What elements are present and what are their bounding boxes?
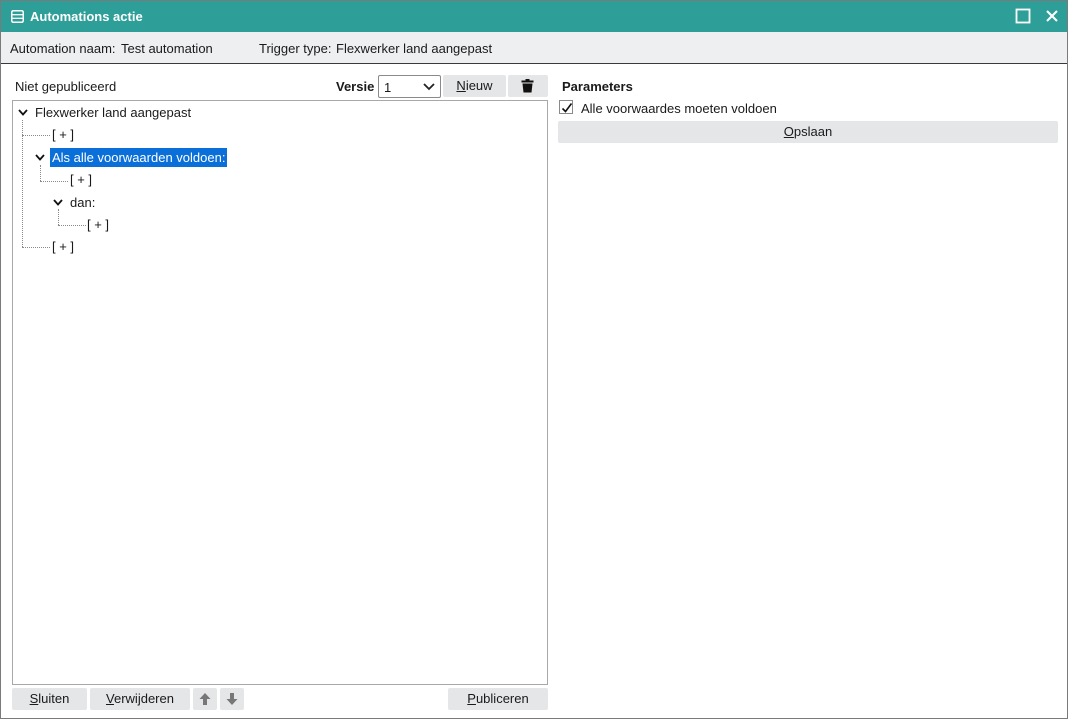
tree-add-condition[interactable]: [ + ]	[70, 172, 92, 187]
close-button[interactable]: Sluiten	[12, 688, 87, 710]
list-window-icon	[11, 10, 24, 23]
tree-guide-line	[22, 135, 50, 136]
remove-button-mnemonic: V	[106, 691, 114, 706]
chevron-down-icon[interactable]	[18, 109, 28, 116]
new-button-mnemonic: N	[456, 78, 466, 93]
automation-name-value: Test automation	[121, 41, 213, 56]
trash-icon	[521, 79, 534, 93]
save-button[interactable]: Opslaan	[558, 121, 1058, 143]
close-button-mnemonic: S	[29, 691, 39, 706]
tree-guide-line	[22, 247, 50, 248]
new-button-label: ieuw	[465, 78, 493, 93]
trigger-type-label: Trigger type:	[259, 41, 332, 56]
tree-guide-line	[58, 225, 86, 226]
trigger-type-value: Flexwerker land aangepast	[336, 41, 493, 56]
all-conditions-checkbox[interactable]	[559, 100, 573, 114]
tree-node-condition[interactable]: Als alle voorwaarden voldoen:	[50, 148, 228, 167]
tree-guide-line	[58, 209, 59, 225]
automation-name-label: Automation naam:	[10, 41, 116, 56]
dialog-window: Automations actie Automation naam: Test …	[0, 0, 1068, 719]
automation-tree: Flexwerker land aangepast [ + ] Als alle…	[12, 100, 548, 685]
window-title: Automations actie	[30, 9, 143, 24]
tree-node-then[interactable]: dan:	[70, 195, 95, 210]
save-button-mnemonic: O	[783, 124, 794, 139]
save-button-label: pslaan	[793, 124, 833, 139]
tree-guide-line	[22, 120, 23, 247]
tree-add-action[interactable]: [ + ]	[52, 127, 74, 142]
tree-guide-line	[40, 165, 41, 181]
remove-button-label: erwijderen	[113, 691, 174, 706]
chevron-down-icon	[423, 83, 435, 91]
publish-button-label: ubliceren	[475, 691, 529, 706]
publish-button[interactable]: Publiceren	[448, 688, 548, 710]
version-select[interactable]: 1	[378, 75, 441, 98]
delete-version-button[interactable]	[508, 75, 548, 97]
parameters-title: Parameters	[562, 79, 633, 94]
tree-add-then-action[interactable]: [ + ]	[87, 217, 109, 232]
remove-button[interactable]: Verwijderen	[90, 688, 190, 710]
tree-guide-line	[40, 181, 68, 182]
info-bar: Automation naam: Test automation Trigger…	[1, 32, 1067, 64]
move-down-button[interactable]	[220, 688, 244, 710]
all-conditions-label: Alle voorwaardes moeten voldoen	[581, 101, 777, 116]
publish-status: Niet gepubliceerd	[15, 79, 117, 94]
version-label: Versie	[336, 79, 375, 94]
chevron-down-icon[interactable]	[53, 199, 63, 206]
close-button-label: luiten	[38, 691, 70, 706]
arrow-down-icon	[226, 693, 238, 705]
publish-button-mnemonic: P	[467, 691, 476, 706]
version-value: 1	[384, 80, 392, 95]
close-icon[interactable]	[1044, 8, 1060, 24]
new-version-button[interactable]: Nieuw	[443, 75, 506, 97]
checkmark-icon	[561, 103, 573, 113]
move-up-button[interactable]	[193, 688, 217, 710]
arrow-up-icon	[199, 693, 211, 705]
chevron-down-icon[interactable]	[35, 154, 45, 161]
tree-node-trigger[interactable]: Flexwerker land aangepast	[35, 105, 191, 120]
title-bar: Automations actie	[1, 1, 1067, 32]
maximize-icon[interactable]	[1015, 8, 1031, 24]
tree-add-action[interactable]: [ + ]	[52, 239, 74, 254]
